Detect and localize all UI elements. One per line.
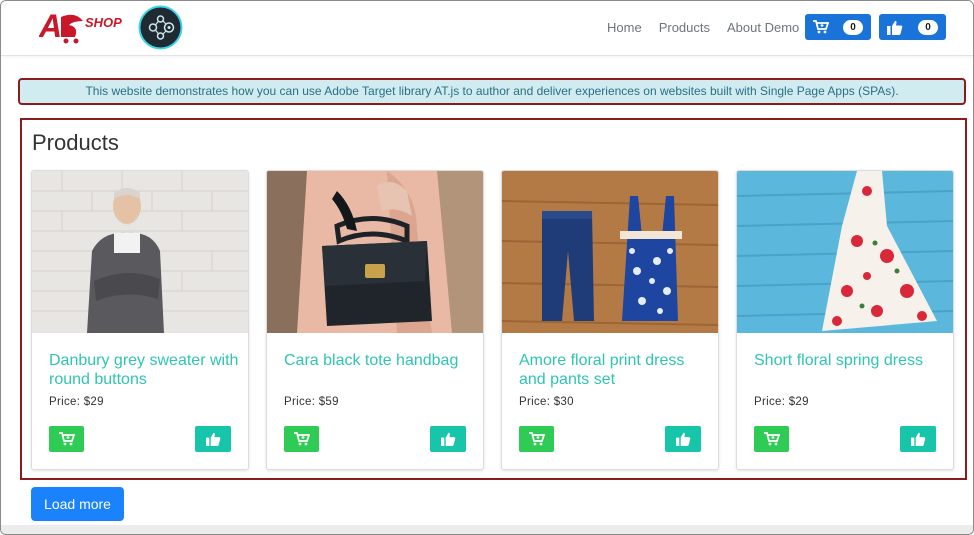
cart-icon: [58, 432, 75, 446]
cart-button[interactable]: 0: [805, 14, 871, 40]
product-image-handbag[interactable]: [267, 171, 483, 333]
cart-icon: [763, 432, 780, 446]
products-heading: Products: [32, 130, 119, 155]
thumbs-up-icon: [910, 432, 925, 446]
nav-home[interactable]: Home: [607, 20, 642, 35]
add-to-cart-button[interactable]: [754, 426, 789, 452]
add-to-cart-button[interactable]: [519, 426, 554, 452]
cart-count-badge: 0: [843, 19, 863, 35]
product-name[interactable]: Cara black tote handbag: [284, 351, 474, 370]
like-button[interactable]: 0: [879, 14, 946, 40]
product-price: Price: $29: [754, 396, 809, 408]
product-name[interactable]: Short floral spring dress: [754, 351, 944, 370]
cart-icon: [813, 20, 829, 34]
like-count-badge: 0: [918, 19, 938, 35]
thumbs-up-icon: [887, 20, 903, 35]
product-image-floral-dress[interactable]: [737, 171, 953, 333]
adobe-target-logo: [138, 5, 183, 50]
logo-text: SHOP: [85, 15, 122, 30]
nav-about-demo[interactable]: About Demo: [727, 20, 799, 35]
add-to-cart-button[interactable]: [284, 426, 319, 452]
like-product-button[interactable]: [665, 426, 701, 452]
footer-bar: [1, 525, 973, 534]
product-price: Price: $29: [49, 396, 104, 408]
navbar: A SHOP Home Products About Demo 0 0: [1, 1, 973, 56]
like-product-button[interactable]: [900, 426, 936, 452]
product-card: Short floral spring dress Price: $29: [736, 170, 954, 470]
cart-icon: [528, 432, 545, 446]
nav-products[interactable]: Products: [659, 20, 710, 35]
product-card: Amore floral print dress and pants set P…: [501, 170, 719, 470]
shop-logo[interactable]: A SHOP: [38, 7, 131, 45]
product-card: Danbury grey sweater with round buttons …: [31, 170, 249, 470]
products-section: Products Danbury grey sweater with round…: [20, 118, 967, 480]
thumbs-up-icon: [675, 432, 690, 446]
product-image-sweater[interactable]: [32, 171, 248, 333]
add-to-cart-button[interactable]: [49, 426, 84, 452]
product-name[interactable]: Amore floral print dress and pants set: [519, 351, 709, 389]
product-image-dress-pants-set[interactable]: [502, 171, 718, 333]
app-window: A SHOP Home Products About Demo 0 0 This…: [0, 0, 974, 535]
cart-icon: [293, 432, 310, 446]
info-banner: This website demonstrates how you can us…: [18, 78, 966, 105]
product-name[interactable]: Danbury grey sweater with round buttons: [49, 351, 239, 389]
product-price: Price: $30: [519, 396, 574, 408]
product-card: Cara black tote handbag Price: $59: [266, 170, 484, 470]
load-more-button[interactable]: Load more: [31, 487, 124, 521]
thumbs-up-icon: [440, 432, 455, 446]
like-product-button[interactable]: [195, 426, 231, 452]
nav-links: Home Products About Demo: [607, 20, 816, 35]
product-price: Price: $59: [284, 396, 339, 408]
like-product-button[interactable]: [430, 426, 466, 452]
thumbs-up-icon: [205, 432, 220, 446]
svg-text:A: A: [39, 8, 62, 44]
